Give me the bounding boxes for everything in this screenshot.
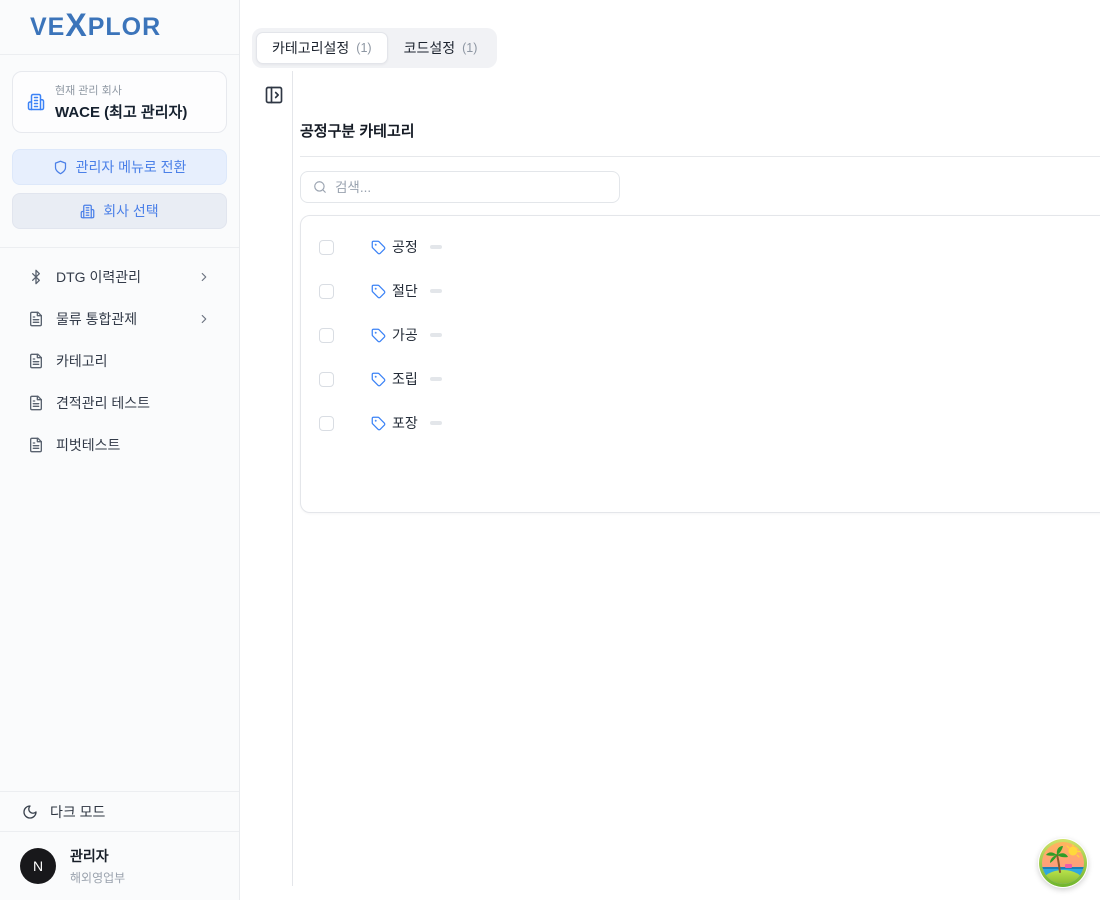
chevron-right-icon	[197, 312, 211, 326]
current-company-name: WACE (최고 관리자)	[55, 101, 187, 122]
sidebar-item-label: DTG 이력관리	[56, 267, 185, 287]
search-input[interactable]	[335, 180, 607, 195]
sidebar-top-section: 현재 관리 회사 WACE (최고 관리자) 관리자 메뉴로 전환 회사 선택	[0, 55, 239, 248]
sidebar-item-logistics-control[interactable]: 물류 통합관제	[12, 298, 227, 340]
dark-mode-label: 다크 모드	[50, 802, 105, 822]
category-list-card: 공정 절단 가공 조립	[300, 215, 1100, 513]
panel-divider	[292, 71, 293, 886]
company-select-label: 회사 선택	[103, 201, 158, 221]
admin-menu-switch-button[interactable]: 관리자 메뉴로 전환	[12, 149, 227, 185]
tab-label: 코드설정	[404, 38, 456, 58]
building-icon	[80, 204, 95, 219]
category-dash	[430, 333, 442, 337]
vexplor-logo: VEXPLOR	[30, 13, 161, 42]
building-icon	[27, 93, 45, 111]
profile-name: 관리자	[70, 846, 125, 866]
category-checkbox[interactable]	[319, 240, 334, 255]
sidebar-item-quote-test[interactable]: 견적관리 테스트	[12, 382, 227, 424]
category-row: 절단	[301, 269, 1100, 313]
current-company-label: 현재 관리 회사	[55, 82, 187, 98]
tab-code-settings[interactable]: 코드설정 (1)	[388, 32, 494, 64]
category-row: 가공	[301, 313, 1100, 357]
category-checkbox[interactable]	[319, 416, 334, 431]
document-icon	[28, 437, 44, 453]
tab-label: 카테고리설정	[272, 38, 349, 58]
tab-count: (1)	[462, 41, 477, 55]
moon-icon	[22, 804, 38, 820]
sidebar-item-pivot-test[interactable]: 피벗테스트	[12, 424, 227, 466]
category-checkbox[interactable]	[319, 372, 334, 387]
logo-area: VEXPLOR	[0, 0, 239, 55]
shield-icon	[53, 160, 68, 175]
settings-tabbar: 카테고리설정 (1) 코드설정 (1)	[252, 28, 497, 68]
sidebar-item-category[interactable]: 카테고리	[12, 340, 227, 382]
main-content: 카테고리설정 (1) 코드설정 (1) 공정구분 카테고리 공정	[240, 0, 1100, 900]
category-row: 조립	[301, 357, 1100, 401]
sidebar-item-label: 물류 통합관제	[56, 309, 185, 329]
tag-icon	[371, 240, 386, 255]
company-select-button[interactable]: 회사 선택	[12, 193, 227, 229]
sidebar-item-label: 견적관리 테스트	[56, 393, 211, 413]
category-dash	[430, 421, 442, 425]
category-checkbox[interactable]	[319, 328, 334, 343]
document-icon	[28, 353, 44, 369]
category-label[interactable]: 가공	[392, 325, 418, 345]
category-dash	[430, 245, 442, 249]
tab-count: (1)	[356, 41, 371, 55]
category-row: 공정	[301, 225, 1100, 269]
admin-menu-switch-label: 관리자 메뉴로 전환	[76, 157, 187, 177]
profile-department: 해외영업부	[70, 869, 125, 886]
tag-icon	[371, 328, 386, 343]
tag-icon	[371, 372, 386, 387]
category-search	[300, 171, 620, 203]
category-label[interactable]: 절단	[392, 281, 418, 301]
island-widget-button[interactable]	[1038, 838, 1088, 888]
category-dash	[430, 289, 442, 293]
category-checkbox[interactable]	[319, 284, 334, 299]
category-row: 포장	[301, 401, 1100, 445]
title-divider	[300, 156, 1100, 157]
chevron-right-icon	[197, 270, 211, 284]
sidebar-item-dtg-history[interactable]: DTG 이력관리	[12, 256, 227, 298]
document-icon	[28, 395, 44, 411]
dark-mode-toggle[interactable]: 다크 모드	[0, 791, 239, 832]
sidebar-item-label: 카테고리	[56, 351, 211, 371]
category-label[interactable]: 공정	[392, 237, 418, 257]
tag-icon	[371, 284, 386, 299]
document-icon	[28, 311, 44, 327]
category-label[interactable]: 조립	[392, 369, 418, 389]
user-profile[interactable]: N 관리자 해외영업부	[0, 832, 239, 900]
bluetooth-icon	[28, 269, 44, 285]
sidebar-item-label: 피벗테스트	[56, 435, 211, 455]
tag-icon	[371, 416, 386, 431]
tab-category-settings[interactable]: 카테고리설정 (1)	[256, 32, 388, 64]
category-label[interactable]: 포장	[392, 413, 418, 433]
page-title: 공정구분 카테고리	[300, 120, 415, 141]
current-company-card: 현재 관리 회사 WACE (최고 관리자)	[12, 71, 227, 133]
panel-collapse-icon[interactable]	[264, 85, 284, 105]
search-icon	[313, 180, 327, 194]
sidebar: VEXPLOR 현재 관리 회사 WACE (최고 관리자) 관리자 메뉴로 전…	[0, 0, 240, 900]
sidebar-nav: DTG 이력관리 물류 통합관제 카테고리 견적관리 테스트	[0, 248, 239, 466]
sidebar-spacer	[0, 466, 239, 791]
category-dash	[430, 377, 442, 381]
avatar: N	[20, 848, 56, 884]
